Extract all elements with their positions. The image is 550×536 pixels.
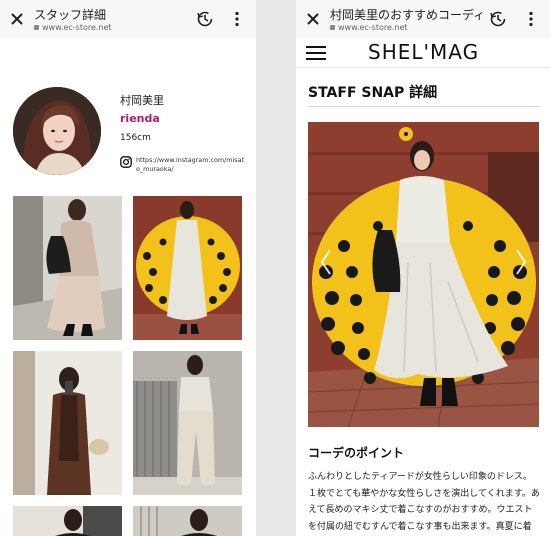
- history-icon[interactable]: [196, 10, 214, 28]
- page-url: www.ec-store.net: [34, 23, 112, 32]
- history-icon[interactable]: [489, 10, 507, 28]
- instagram-link[interactable]: https://www.instagram.com/misato_muraoka…: [136, 156, 246, 174]
- coordinate-detail-screen: 村岡美里のおすすめコーディネ www.ec-store.net SHEL'MAG…: [296, 0, 550, 536]
- brand-link[interactable]: rienda: [120, 112, 160, 125]
- hero-photo: [308, 122, 539, 427]
- page-heading: STAFF SNAP 詳細: [308, 85, 438, 101]
- section-title: コーデのポイント: [308, 446, 405, 460]
- carousel-prev-button[interactable]: [316, 242, 338, 282]
- site-logo[interactable]: SHEL'MAG: [368, 40, 479, 64]
- page-title: 村岡美里のおすすめコーディネ: [330, 8, 482, 22]
- staff-name: 村岡美里: [120, 94, 164, 107]
- lock-icon: [330, 25, 335, 30]
- divider: [308, 106, 540, 107]
- url-text: www.ec-store.net: [42, 23, 112, 32]
- photo-black-top-2[interactable]: [133, 506, 242, 536]
- carousel-next-button[interactable]: [509, 242, 531, 282]
- browser-toolbar: 村岡美里のおすすめコーディネ www.ec-store.net: [296, 0, 550, 38]
- photo-black-top[interactable]: [13, 506, 122, 536]
- page-url: www.ec-store.net: [330, 23, 408, 32]
- photo-white-overall[interactable]: [133, 351, 242, 495]
- instagram-icon: [120, 156, 132, 168]
- url-text: www.ec-store.net: [338, 23, 408, 32]
- photo-brown-vest[interactable]: [13, 351, 122, 495]
- staff-height: 156cm: [120, 133, 151, 143]
- photo-pumpkin[interactable]: [133, 196, 242, 340]
- hamburger-icon[interactable]: [306, 46, 326, 60]
- lock-icon: [34, 25, 39, 30]
- site-header: SHEL'MAG: [296, 38, 550, 68]
- coordinate-description: ふんわりとしたティアードが女性らしい印象のドレス。１枚でとても華やかな女性らしさ…: [308, 472, 540, 532]
- more-vert-icon[interactable]: [528, 11, 534, 27]
- staff-detail-screen: スタッフ詳細 www.ec-store.net 村岡美里 rienda 156c…: [0, 0, 256, 536]
- close-icon[interactable]: [8, 10, 26, 28]
- photo-beige-dress[interactable]: [13, 196, 122, 340]
- more-vert-icon[interactable]: [234, 11, 240, 27]
- browser-toolbar: スタッフ詳細 www.ec-store.net: [0, 0, 256, 38]
- page-title: スタッフ詳細: [34, 8, 107, 22]
- avatar: [13, 87, 101, 175]
- close-icon[interactable]: [304, 10, 322, 28]
